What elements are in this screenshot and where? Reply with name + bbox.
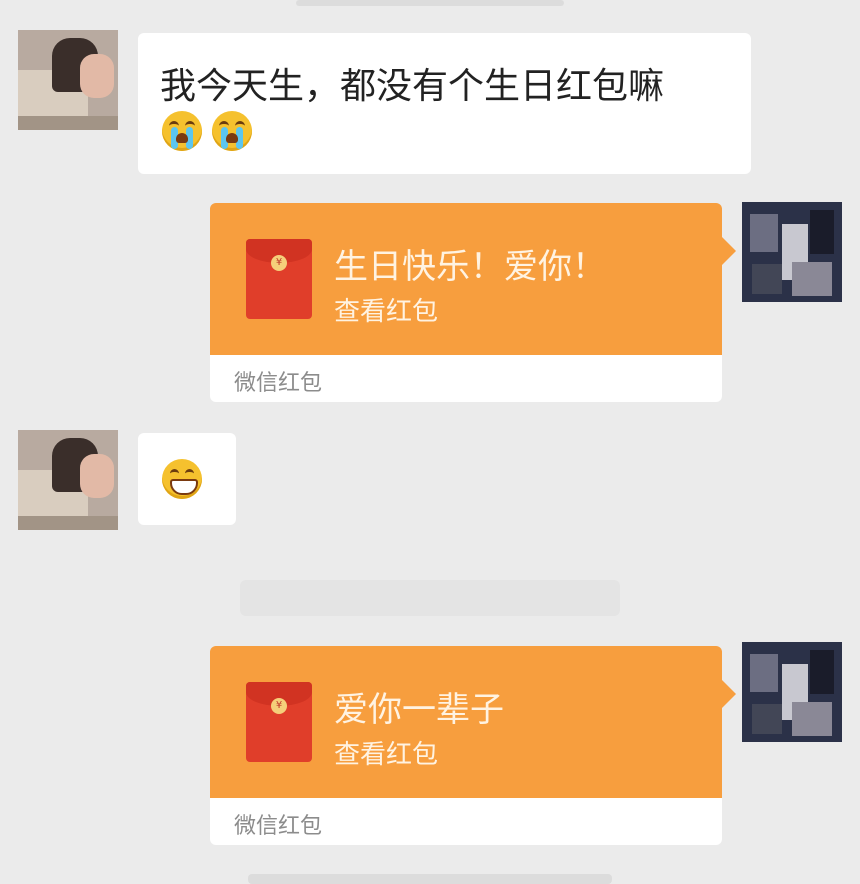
red-envelope-icon: ¥	[246, 682, 312, 762]
red-packet-body[interactable]: ¥ 生日快乐！爱你！ 查看红包	[210, 203, 736, 355]
red-packet-title: 爱你一辈子	[334, 690, 504, 730]
red-packet-action: 查看红包	[334, 740, 439, 770]
red-packet-body[interactable]: ¥ 爱你一辈子 查看红包	[210, 646, 736, 798]
grinning-emoji-icon	[162, 459, 202, 499]
self-avatar[interactable]	[742, 642, 842, 742]
red-packet-action: 查看红包	[334, 297, 439, 327]
red-packet-footer-label: 微信红包	[234, 371, 323, 396]
crying-emoji-icon	[162, 111, 202, 151]
system-message-bar-top	[296, 0, 564, 6]
red-packet-footer: 微信红包	[210, 798, 722, 845]
self-avatar[interactable]	[742, 202, 842, 302]
incoming-emoji-bubble[interactable]	[138, 433, 236, 525]
system-message-bar-bottom	[248, 874, 612, 884]
red-packet-footer-label: 微信红包	[234, 814, 323, 839]
message-text: 我今天生，都没有个生日红包嘛	[160, 66, 665, 107]
red-packet-card[interactable]: ¥ 生日快乐！爱你！ 查看红包 微信红包	[210, 203, 736, 402]
contact-avatar[interactable]	[18, 430, 118, 530]
crying-emoji-icon	[212, 111, 252, 151]
contact-avatar[interactable]	[18, 30, 118, 130]
red-envelope-icon: ¥	[246, 239, 312, 319]
red-packet-footer: 微信红包	[210, 355, 722, 402]
incoming-text-bubble[interactable]: 我今天生，都没有个生日红包嘛	[138, 33, 751, 174]
system-message-bar	[240, 580, 620, 616]
red-packet-card[interactable]: ¥ 爱你一辈子 查看红包 微信红包	[210, 646, 736, 845]
red-packet-title: 生日快乐！爱你！	[334, 247, 606, 287]
